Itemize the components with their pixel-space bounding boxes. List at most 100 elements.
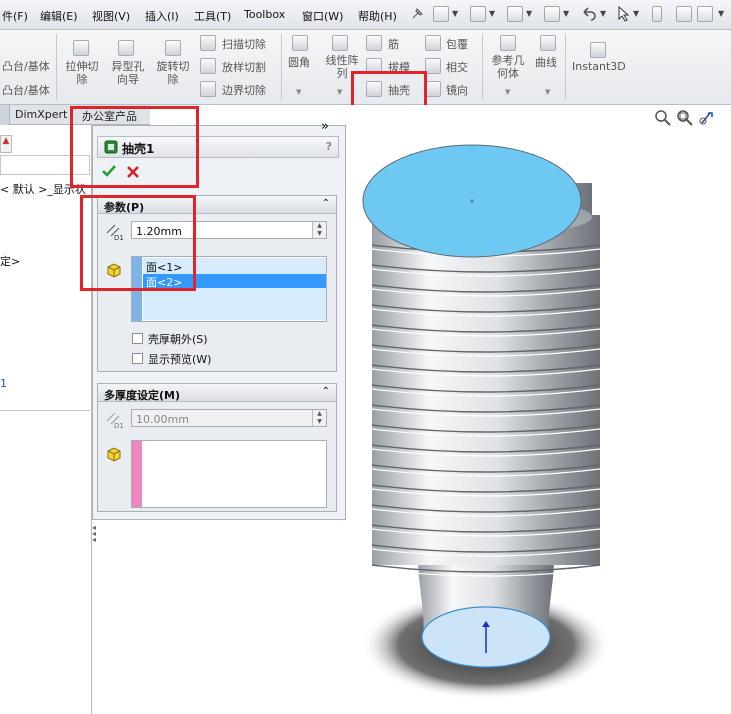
file-properties-icon[interactable] — [676, 6, 692, 22]
ok-checkmark-icon[interactable] — [101, 164, 117, 178]
shell-outward-label[interactable]: 壳厚朝外(S) — [148, 331, 208, 347]
chevron-down-icon[interactable]: ▼ — [600, 9, 606, 18]
draft-icon — [366, 58, 382, 74]
menu-edit[interactable]: 编辑(E) — [40, 8, 78, 24]
instant3d-icon — [590, 42, 606, 58]
lofted-cut-button[interactable]: 放样切割 — [222, 59, 266, 75]
revolved-cut-button[interactable]: 旋转切除 — [155, 60, 191, 86]
shell-feature-icon — [104, 140, 118, 154]
shell-model[interactable] — [346, 105, 731, 714]
wrap-button[interactable]: 包覆 — [446, 36, 468, 52]
tab-office-products[interactable]: 办公室产品 — [82, 108, 137, 124]
select-arrow-icon[interactable] — [617, 6, 631, 22]
undo-icon[interactable] — [580, 6, 598, 22]
hole-wizard-icon — [118, 40, 134, 56]
chevron-down-icon[interactable]: ▼ — [526, 9, 532, 18]
chevron-down-icon[interactable]: ▼ — [296, 88, 301, 96]
ribbon-separator — [56, 34, 57, 100]
chevron-down-icon[interactable]: ▼ — [545, 88, 550, 96]
menu-file[interactable]: 件(F) — [2, 8, 28, 24]
mirror-button[interactable]: 镜向 — [446, 82, 468, 98]
multi-thickness-group-title: 多厚度设定(M) — [104, 389, 181, 402]
tab-scroll-left[interactable] — [0, 105, 10, 125]
cancel-x-icon[interactable] — [126, 165, 140, 179]
multi-thickness-group-header[interactable]: 多厚度设定(M) ⌃ — [98, 384, 336, 402]
multi-thickness-input[interactable]: 10.00mm ▲ ▼ — [131, 409, 327, 427]
fillet-button[interactable]: 圆角 — [288, 54, 310, 70]
menu-toolbox[interactable]: Toolbox — [244, 8, 285, 21]
lofted-cut-icon — [200, 58, 216, 74]
tree-filter-input[interactable] — [0, 155, 90, 175]
instant3d-button[interactable]: Instant3D — [572, 60, 626, 73]
expand-panel-chevron-icon[interactable]: » — [321, 119, 329, 134]
boundary-cut-icon — [200, 81, 216, 97]
draft-button[interactable]: 拔模 — [388, 59, 410, 75]
feature-title: 抽壳1 — [122, 142, 155, 156]
menu-tools[interactable]: 工具(T) — [194, 8, 231, 24]
svg-text:D1: D1 — [114, 422, 124, 429]
extruded-cut-button[interactable]: 拉伸切除 — [64, 60, 100, 86]
tree-toolbar-button[interactable]: ▲ — [0, 135, 12, 153]
extruded-boss-button[interactable]: 凸台/基体 — [2, 58, 50, 74]
chevron-down-icon[interactable]: ▼ — [505, 88, 510, 96]
boundary-cut-button[interactable]: 边界切除 — [222, 82, 266, 98]
menu-insert[interactable]: 插入(I) — [145, 8, 179, 24]
intersect-button[interactable]: 相交 — [446, 59, 468, 75]
collapse-up-icon[interactable]: ⌃ — [322, 386, 330, 397]
ribbon-separator — [281, 34, 282, 100]
shell-outward-checkbox[interactable] — [132, 333, 143, 344]
curves-button[interactable]: 曲线 — [535, 54, 557, 70]
curves-icon — [540, 35, 556, 51]
help-icon[interactable]: ? — [326, 140, 332, 153]
collapse-up-icon[interactable]: ⌃ — [322, 198, 330, 209]
hole-wizard-button[interactable]: 异型孔向导 — [110, 60, 146, 86]
wrap-icon — [425, 35, 441, 51]
parameters-group-header[interactable]: 参数(P) ⌃ — [98, 196, 336, 214]
print-icon[interactable] — [544, 6, 560, 22]
parameters-group: 参数(P) ⌃ D1 1.20mm ▲ ▼ 面<1> 面<2> 壳厚朝外(S) 显… — [97, 195, 337, 372]
menu-window[interactable]: 窗口(W) — [302, 8, 343, 24]
revolved-boss-button[interactable]: 凸台/基体 — [2, 82, 50, 98]
swept-cut-icon — [200, 35, 216, 51]
panel-resize-handle[interactable]: ◂ ◂ ◂ — [92, 524, 99, 555]
multi-thickness-faces-list[interactable] — [131, 440, 327, 508]
chevron-down-icon[interactable]: ▼ — [452, 9, 458, 18]
swept-cut-button[interactable]: 扫描切除 — [222, 36, 266, 52]
graphics-viewport[interactable] — [346, 105, 731, 714]
menu-help[interactable]: 帮助(H) — [358, 8, 397, 24]
chevron-down-icon[interactable]: ▼ — [337, 88, 342, 96]
show-preview-label[interactable]: 显示预览(W) — [148, 351, 211, 367]
list-item-face-1[interactable]: 面<1> — [146, 259, 182, 275]
feature-ribbon: 凸台/基体 凸台/基体 拉伸切除 异型孔向导 旋转切除 扫描切除 放样切割 边界… — [0, 30, 731, 105]
chevron-down-icon[interactable]: ▼ — [563, 9, 569, 18]
chevron-down-icon[interactable]: ▼ — [489, 9, 495, 18]
rebuild-icon[interactable] — [652, 6, 662, 22]
open-folder-icon[interactable] — [470, 6, 486, 22]
thickness-input[interactable]: 1.20mm ▲ ▼ — [131, 221, 327, 239]
pin-icon[interactable] — [409, 6, 425, 22]
tree-item-configuration[interactable]: < 默认 >_显示状 — [0, 181, 86, 197]
multi-thickness-value: 10.00mm — [136, 413, 189, 426]
options-icon[interactable] — [697, 6, 713, 22]
shell-button[interactable]: 抽壳 — [388, 82, 410, 98]
new-document-icon[interactable] — [433, 6, 449, 22]
chevron-down-icon[interactable]: ▼ — [633, 9, 639, 18]
thickness-spinner[interactable]: ▲ ▼ — [312, 222, 326, 238]
linear-pattern-button[interactable]: 线性阵列 — [322, 54, 362, 80]
multi-thickness-spinner[interactable]: ▲ ▼ — [312, 410, 326, 426]
chevron-down-icon[interactable]: ▼ — [718, 9, 724, 18]
tree-item-link[interactable]: 1 — [0, 377, 7, 390]
list-item-face-2[interactable]: 面<2> — [146, 274, 182, 290]
show-preview-checkbox[interactable] — [132, 353, 143, 364]
multi-thickness-d1-icon: D1 — [106, 412, 124, 429]
menu-view[interactable]: 视图(V) — [92, 8, 130, 24]
multi-thickness-faces-icon — [107, 447, 121, 462]
tab-dimxpert[interactable]: DimXpert — [15, 108, 67, 121]
tree-item-display-state[interactable]: 定> — [0, 253, 20, 269]
multi-thickness-group: 多厚度设定(M) ⌃ D1 10.00mm ▲ ▼ — [97, 383, 337, 512]
feature-tree-panel: ▲ < 默认 >_显示状 定> 1 — [0, 125, 92, 714]
reference-geometry-button[interactable]: 参考几何体 — [488, 54, 528, 80]
faces-to-remove-list[interactable]: 面<1> 面<2> — [131, 256, 327, 322]
save-icon[interactable] — [507, 6, 523, 22]
rib-button[interactable]: 筋 — [388, 36, 399, 52]
